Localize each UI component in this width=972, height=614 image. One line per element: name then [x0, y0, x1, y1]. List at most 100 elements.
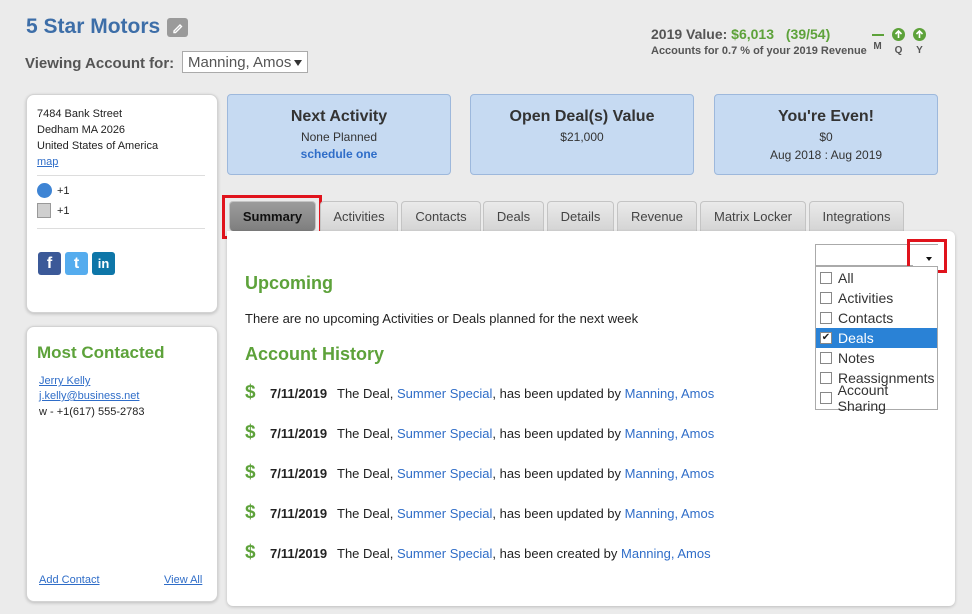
filter-option-notes[interactable]: Notes — [816, 348, 937, 368]
user-link[interactable]: Manning, Amos — [625, 386, 715, 401]
stat-title: You're Even! — [778, 108, 874, 125]
edit-pencil-icon[interactable] — [167, 18, 188, 37]
schedule-one-link[interactable]: schedule one — [228, 147, 450, 161]
user-link[interactable]: Manning, Amos — [621, 546, 711, 561]
contact-email-link[interactable]: j.kelly@business.net — [39, 390, 139, 402]
checkbox[interactable] — [820, 372, 832, 384]
tab-integrations[interactable]: Integrations — [809, 201, 904, 231]
add-contact-link[interactable]: Add Contact — [39, 574, 100, 586]
year-value-count: (39/54) — [785, 26, 831, 42]
most-contacted-card: Most Contacted Jerry Kelly j.kelly@busin… — [26, 326, 218, 602]
tab-contacts[interactable]: Contacts — [401, 201, 481, 231]
deal-link[interactable]: Summer Special — [397, 546, 492, 561]
twitter-icon[interactable]: t — [65, 252, 88, 275]
fax-icon[interactable] — [37, 203, 51, 218]
deal-link[interactable]: Summer Special — [397, 386, 492, 401]
phone-icon[interactable] — [37, 183, 52, 198]
view-all-link[interactable]: View All — [164, 574, 202, 586]
tab-matrix-locker[interactable]: Matrix Locker — [700, 201, 806, 231]
arrow-up-icon — [913, 28, 926, 41]
filter-option-account-sharing[interactable]: Account Sharing — [816, 382, 937, 414]
filter-options-list: All Activities Contacts ✔ Deals Notes Rea… — [815, 266, 938, 414]
upcoming-text: There are no upcoming Activities or Deal… — [245, 311, 639, 326]
trend-year: Y — [912, 28, 927, 56]
revenue-share-text: Accounts for 0.7 % of your 2019 Revenue — [651, 45, 867, 57]
deal-link[interactable]: Summer Special — [397, 426, 492, 441]
balance-box: You're Even! $0 Aug 2018 : Aug 2019 — [714, 94, 938, 175]
upcoming-title: Upcoming — [245, 273, 333, 293]
option-label: Notes — [838, 350, 875, 366]
dollar-icon: $ — [245, 422, 256, 443]
deal-link[interactable]: Summer Special — [397, 506, 492, 521]
stat-title: Open Deal(s) Value — [509, 108, 655, 125]
checkbox[interactable] — [820, 272, 832, 284]
address-city: Dedham MA 2026 — [37, 124, 126, 136]
stat-value: $0 — [819, 130, 833, 144]
contact-name-link[interactable]: Jerry Kelly — [39, 375, 90, 387]
linkedin-icon[interactable]: in — [92, 252, 115, 275]
filter-option-deals[interactable]: ✔ Deals — [816, 328, 937, 348]
tab-deals[interactable]: Deals — [483, 201, 544, 231]
history-date: 7/11/2019 — [270, 505, 328, 521]
history-text: , has been created by — [492, 545, 622, 561]
dollar-icon: $ — [245, 502, 256, 523]
open-deals-box: Open Deal(s) Value $21,000 — [470, 94, 694, 175]
history-row: $ 7/11/2019 The Deal, Summer Special, ha… — [245, 502, 714, 524]
tab-activities[interactable]: Activities — [320, 201, 398, 231]
option-label: Activities — [838, 290, 894, 306]
stat-title: Next Activity — [290, 108, 388, 125]
facebook-glyph: f — [46, 254, 53, 272]
user-link[interactable]: Manning, Amos — [625, 506, 715, 521]
tab-summary[interactable]: Summary — [229, 201, 316, 231]
history-row: $ 7/11/2019 The Deal, Summer Special, ha… — [245, 382, 714, 404]
dollar-icon: $ — [245, 462, 256, 483]
year-value-amount: $6,013 — [731, 26, 774, 42]
history-text: , has been updated by — [492, 425, 625, 441]
checkbox[interactable] — [820, 312, 832, 324]
facebook-icon[interactable]: f — [38, 252, 61, 275]
filter-option-contacts[interactable]: Contacts — [816, 308, 937, 328]
trend-month: M — [870, 28, 885, 52]
history-row: $ 7/11/2019 The Deal, Summer Special, ha… — [245, 422, 714, 444]
dollar-icon: $ — [245, 382, 256, 403]
checkbox[interactable] — [820, 392, 832, 404]
checkbox[interactable] — [820, 352, 832, 364]
history-date: 7/11/2019 — [270, 465, 328, 481]
history-date: 7/11/2019 — [270, 425, 328, 441]
phone-value: +1 — [57, 185, 70, 197]
history-row: $ 7/11/2019 The Deal, Summer Special, ha… — [245, 542, 711, 564]
checkbox[interactable] — [820, 292, 832, 304]
history-text: , has been updated by — [492, 505, 625, 521]
account-history-title: Account History — [245, 344, 385, 364]
history-text: The Deal, — [337, 505, 397, 521]
account-select-value: Manning, Amos — [188, 54, 292, 71]
history-row: $ 7/11/2019 The Deal, Summer Special, ha… — [245, 462, 714, 484]
history-text: The Deal, — [337, 425, 397, 441]
trend-label: M — [873, 41, 882, 52]
contact-phone: w - +1(617) 555-2783 — [39, 406, 145, 418]
trend-label: Y — [916, 45, 923, 56]
user-link[interactable]: Manning, Amos — [625, 466, 715, 481]
divider — [37, 228, 205, 229]
checkbox-checked[interactable]: ✔ — [820, 332, 832, 344]
caret-down-icon — [926, 257, 932, 261]
history-date: 7/11/2019 — [270, 385, 328, 401]
account-select[interactable]: Manning, Amos — [182, 51, 308, 73]
map-link[interactable]: map — [37, 156, 58, 168]
flat-trend-icon — [871, 34, 884, 36]
filter-option-activities[interactable]: Activities — [816, 288, 937, 308]
next-activity-box: Next Activity None Planned schedule one — [227, 94, 451, 175]
history-text: , has been updated by — [492, 465, 625, 481]
year-value: 2019 Value: $6,013 (39/54) — [651, 26, 830, 42]
company-name: 5 Star Motors — [26, 15, 161, 38]
deal-link[interactable]: Summer Special — [397, 466, 492, 481]
year-value-label: 2019 Value: — [651, 26, 728, 42]
tab-details[interactable]: Details — [547, 201, 614, 231]
filter-option-all[interactable]: All — [816, 268, 937, 288]
option-label: Contacts — [838, 310, 894, 326]
stat-value: None Planned — [300, 130, 378, 144]
option-label: Deals — [838, 330, 874, 346]
tab-revenue[interactable]: Revenue — [617, 201, 697, 231]
trend-quarter: Q — [891, 28, 906, 56]
user-link[interactable]: Manning, Amos — [625, 426, 715, 441]
